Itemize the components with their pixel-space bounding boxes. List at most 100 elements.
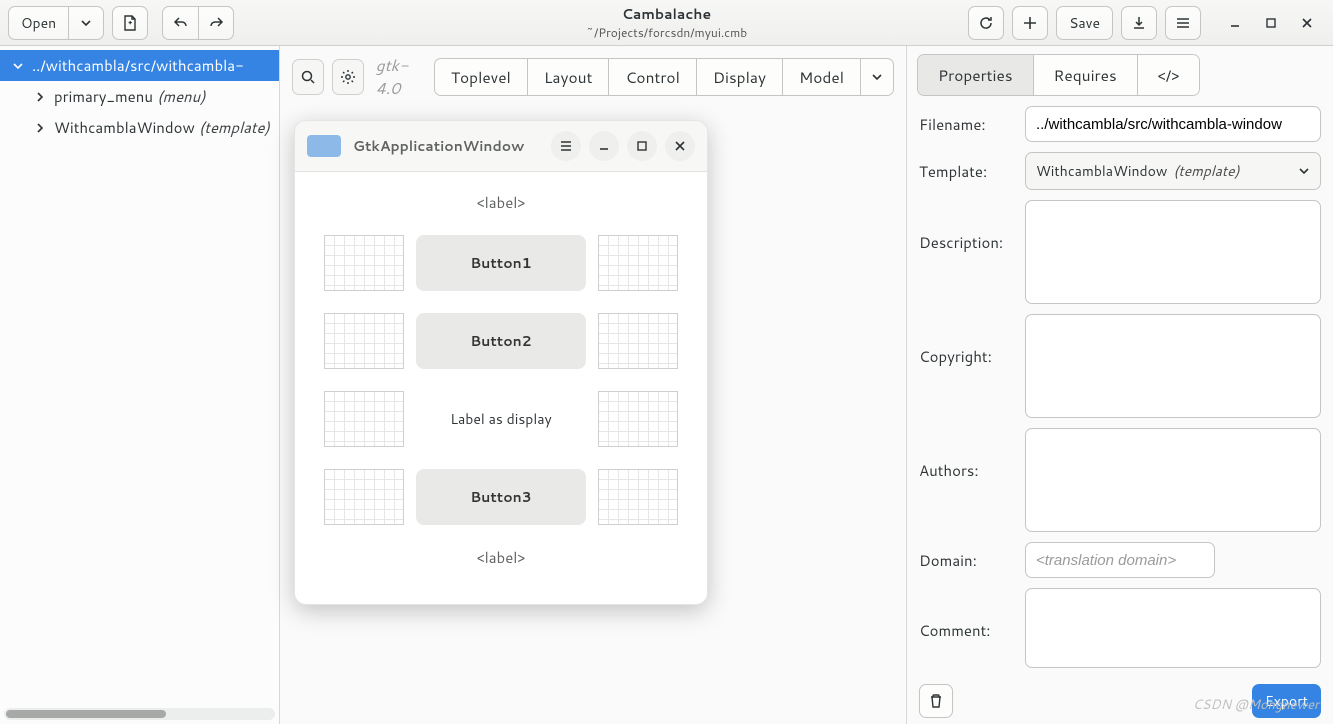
tree-item-withcambla-window[interactable]: WithcamblaWindow (template): [0, 112, 279, 143]
comment-field[interactable]: [1025, 588, 1321, 668]
copyright-field[interactable]: [1025, 314, 1321, 418]
app-subtitle: ~/Projects/forcsdn/myui.cmb: [586, 24, 747, 41]
segment-model[interactable]: Model: [783, 58, 861, 96]
preview-display-label[interactable]: Label as display: [416, 391, 586, 447]
preview-grid: Button1 Button2 Label as display Button3: [324, 235, 678, 525]
placeholder-cell[interactable]: [324, 313, 404, 369]
preview-button-2[interactable]: Button2: [416, 313, 586, 369]
properties-footer: Export: [907, 676, 1333, 724]
trash-icon: [928, 693, 944, 709]
search-button[interactable]: [292, 59, 324, 95]
preview-minimize-button[interactable]: [589, 131, 619, 161]
domain-field[interactable]: [1025, 542, 1215, 578]
authors-field[interactable]: [1025, 428, 1321, 532]
window-controls: [1217, 6, 1325, 40]
window-maximize-button[interactable]: [1253, 6, 1289, 40]
properties-form: Filename: Template: WithcamblaWindow (te…: [907, 96, 1333, 676]
body: ../withcambla/src/withcambla- primary_me…: [0, 46, 1333, 724]
undo-button[interactable]: [162, 6, 198, 40]
settings-button[interactable]: [332, 59, 364, 95]
template-suffix: (template): [1173, 161, 1239, 181]
placeholder-cell[interactable]: [324, 235, 404, 291]
preview-title: GtkApplicationWindow: [353, 136, 524, 156]
placeholder-cell[interactable]: [324, 469, 404, 525]
tree-label: ../withcambla/src/withcambla-: [32, 55, 244, 76]
placeholder-cell[interactable]: [598, 235, 678, 291]
maximize-icon: [1265, 17, 1277, 29]
preview-body: <label> Button1 Button2 Label as display: [295, 172, 707, 604]
tab-requires[interactable]: Requires: [1034, 54, 1138, 96]
chevron-down-icon: [80, 17, 92, 29]
chevron-down-icon: [10, 60, 26, 72]
tree-item-primary-menu[interactable]: primary_menu (menu): [0, 81, 279, 112]
tree-label: WithcamblaWindow: [54, 117, 195, 138]
preview-button-3[interactable]: Button3: [416, 469, 586, 525]
placeholder-cell[interactable]: [598, 391, 678, 447]
preview-window-controls: [551, 131, 695, 161]
plus-icon: [1023, 16, 1037, 30]
header-left: Open: [8, 6, 234, 40]
chevron-down-icon: [871, 71, 883, 83]
workspace-toolbar: gtk-4.0 Toplevel Layout Control Display …: [280, 46, 906, 108]
placeholder-cell[interactable]: [598, 469, 678, 525]
maximize-icon: [636, 140, 648, 152]
template-selector[interactable]: WithcamblaWindow (template): [1025, 152, 1321, 190]
chevron-down-icon: [1298, 165, 1310, 177]
preview-window[interactable]: GtkApplicationWindow <label> Button1: [294, 120, 708, 605]
window-minimize-button[interactable]: [1217, 6, 1253, 40]
open-dropdown-button[interactable]: [68, 6, 104, 40]
window-close-button[interactable]: [1289, 6, 1325, 40]
canvas[interactable]: GtkApplicationWindow <label> Button1: [280, 108, 906, 724]
sidebar-scrollbar[interactable]: [4, 708, 275, 720]
delete-button[interactable]: [919, 684, 953, 718]
redo-icon: [208, 15, 224, 31]
placeholder-cell[interactable]: [598, 313, 678, 369]
search-icon: [300, 69, 316, 85]
open-button[interactable]: Open: [8, 6, 68, 40]
preview-label-top[interactable]: <label>: [477, 192, 526, 213]
save-button[interactable]: Save: [1056, 6, 1113, 40]
hamburger-menu-button[interactable]: [1165, 6, 1201, 40]
add-button[interactable]: [1012, 6, 1048, 40]
close-icon: [1301, 17, 1313, 29]
filename-label: Filename:: [919, 114, 1017, 135]
preview-headerbar: GtkApplicationWindow: [295, 121, 707, 172]
tab-properties[interactable]: Properties: [917, 54, 1034, 96]
export-icon: [1131, 15, 1147, 31]
header-right: Save: [968, 6, 1325, 40]
export-toolbar-button[interactable]: [1121, 6, 1157, 40]
center-panel: gtk-4.0 Toplevel Layout Control Display …: [280, 46, 906, 724]
segment-dropdown[interactable]: [861, 58, 894, 96]
preview-button-1[interactable]: Button1: [416, 235, 586, 291]
gtk-target-label: gtk-4.0: [376, 54, 426, 100]
description-label: Description:: [919, 200, 1017, 253]
tree-label: primary_menu: [54, 86, 153, 107]
preview-menu-button[interactable]: [551, 131, 581, 161]
segment-display[interactable]: Display: [697, 58, 783, 96]
tree-item-root[interactable]: ../withcambla/src/withcambla-: [0, 50, 279, 81]
new-file-button[interactable]: [112, 6, 148, 40]
category-switcher: Toplevel Layout Control Display Model: [434, 58, 894, 96]
authors-label: Authors:: [919, 428, 1017, 481]
scrollbar-thumb[interactable]: [6, 710, 166, 718]
segment-toplevel[interactable]: Toplevel: [434, 58, 528, 96]
refresh-button[interactable]: [968, 6, 1004, 40]
template-label: Template:: [919, 161, 1017, 182]
placeholder-cell[interactable]: [324, 391, 404, 447]
tree-suffix: (template): [199, 117, 270, 138]
preview-label-bottom[interactable]: <label>: [477, 547, 526, 568]
app-title: Cambalache: [622, 4, 711, 24]
segment-control[interactable]: Control: [609, 58, 696, 96]
export-button[interactable]: Export: [1252, 684, 1321, 718]
tab-xml[interactable]: </>: [1138, 54, 1201, 96]
segment-layout[interactable]: Layout: [528, 58, 610, 96]
filename-field[interactable]: [1025, 106, 1321, 142]
hamburger-icon: [1175, 15, 1191, 31]
chevron-right-icon: [32, 91, 48, 103]
preview-close-button[interactable]: [665, 131, 695, 161]
redo-button[interactable]: [198, 6, 234, 40]
description-field[interactable]: [1025, 200, 1321, 304]
object-tree[interactable]: ../withcambla/src/withcambla- primary_me…: [0, 46, 279, 706]
minimize-icon: [598, 140, 610, 152]
preview-maximize-button[interactable]: [627, 131, 657, 161]
